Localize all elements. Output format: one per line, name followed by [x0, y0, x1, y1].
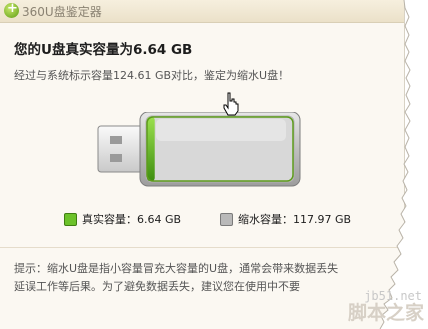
watermark-name: 脚本之家 [347, 302, 424, 324]
torn-edge [379, 0, 428, 329]
